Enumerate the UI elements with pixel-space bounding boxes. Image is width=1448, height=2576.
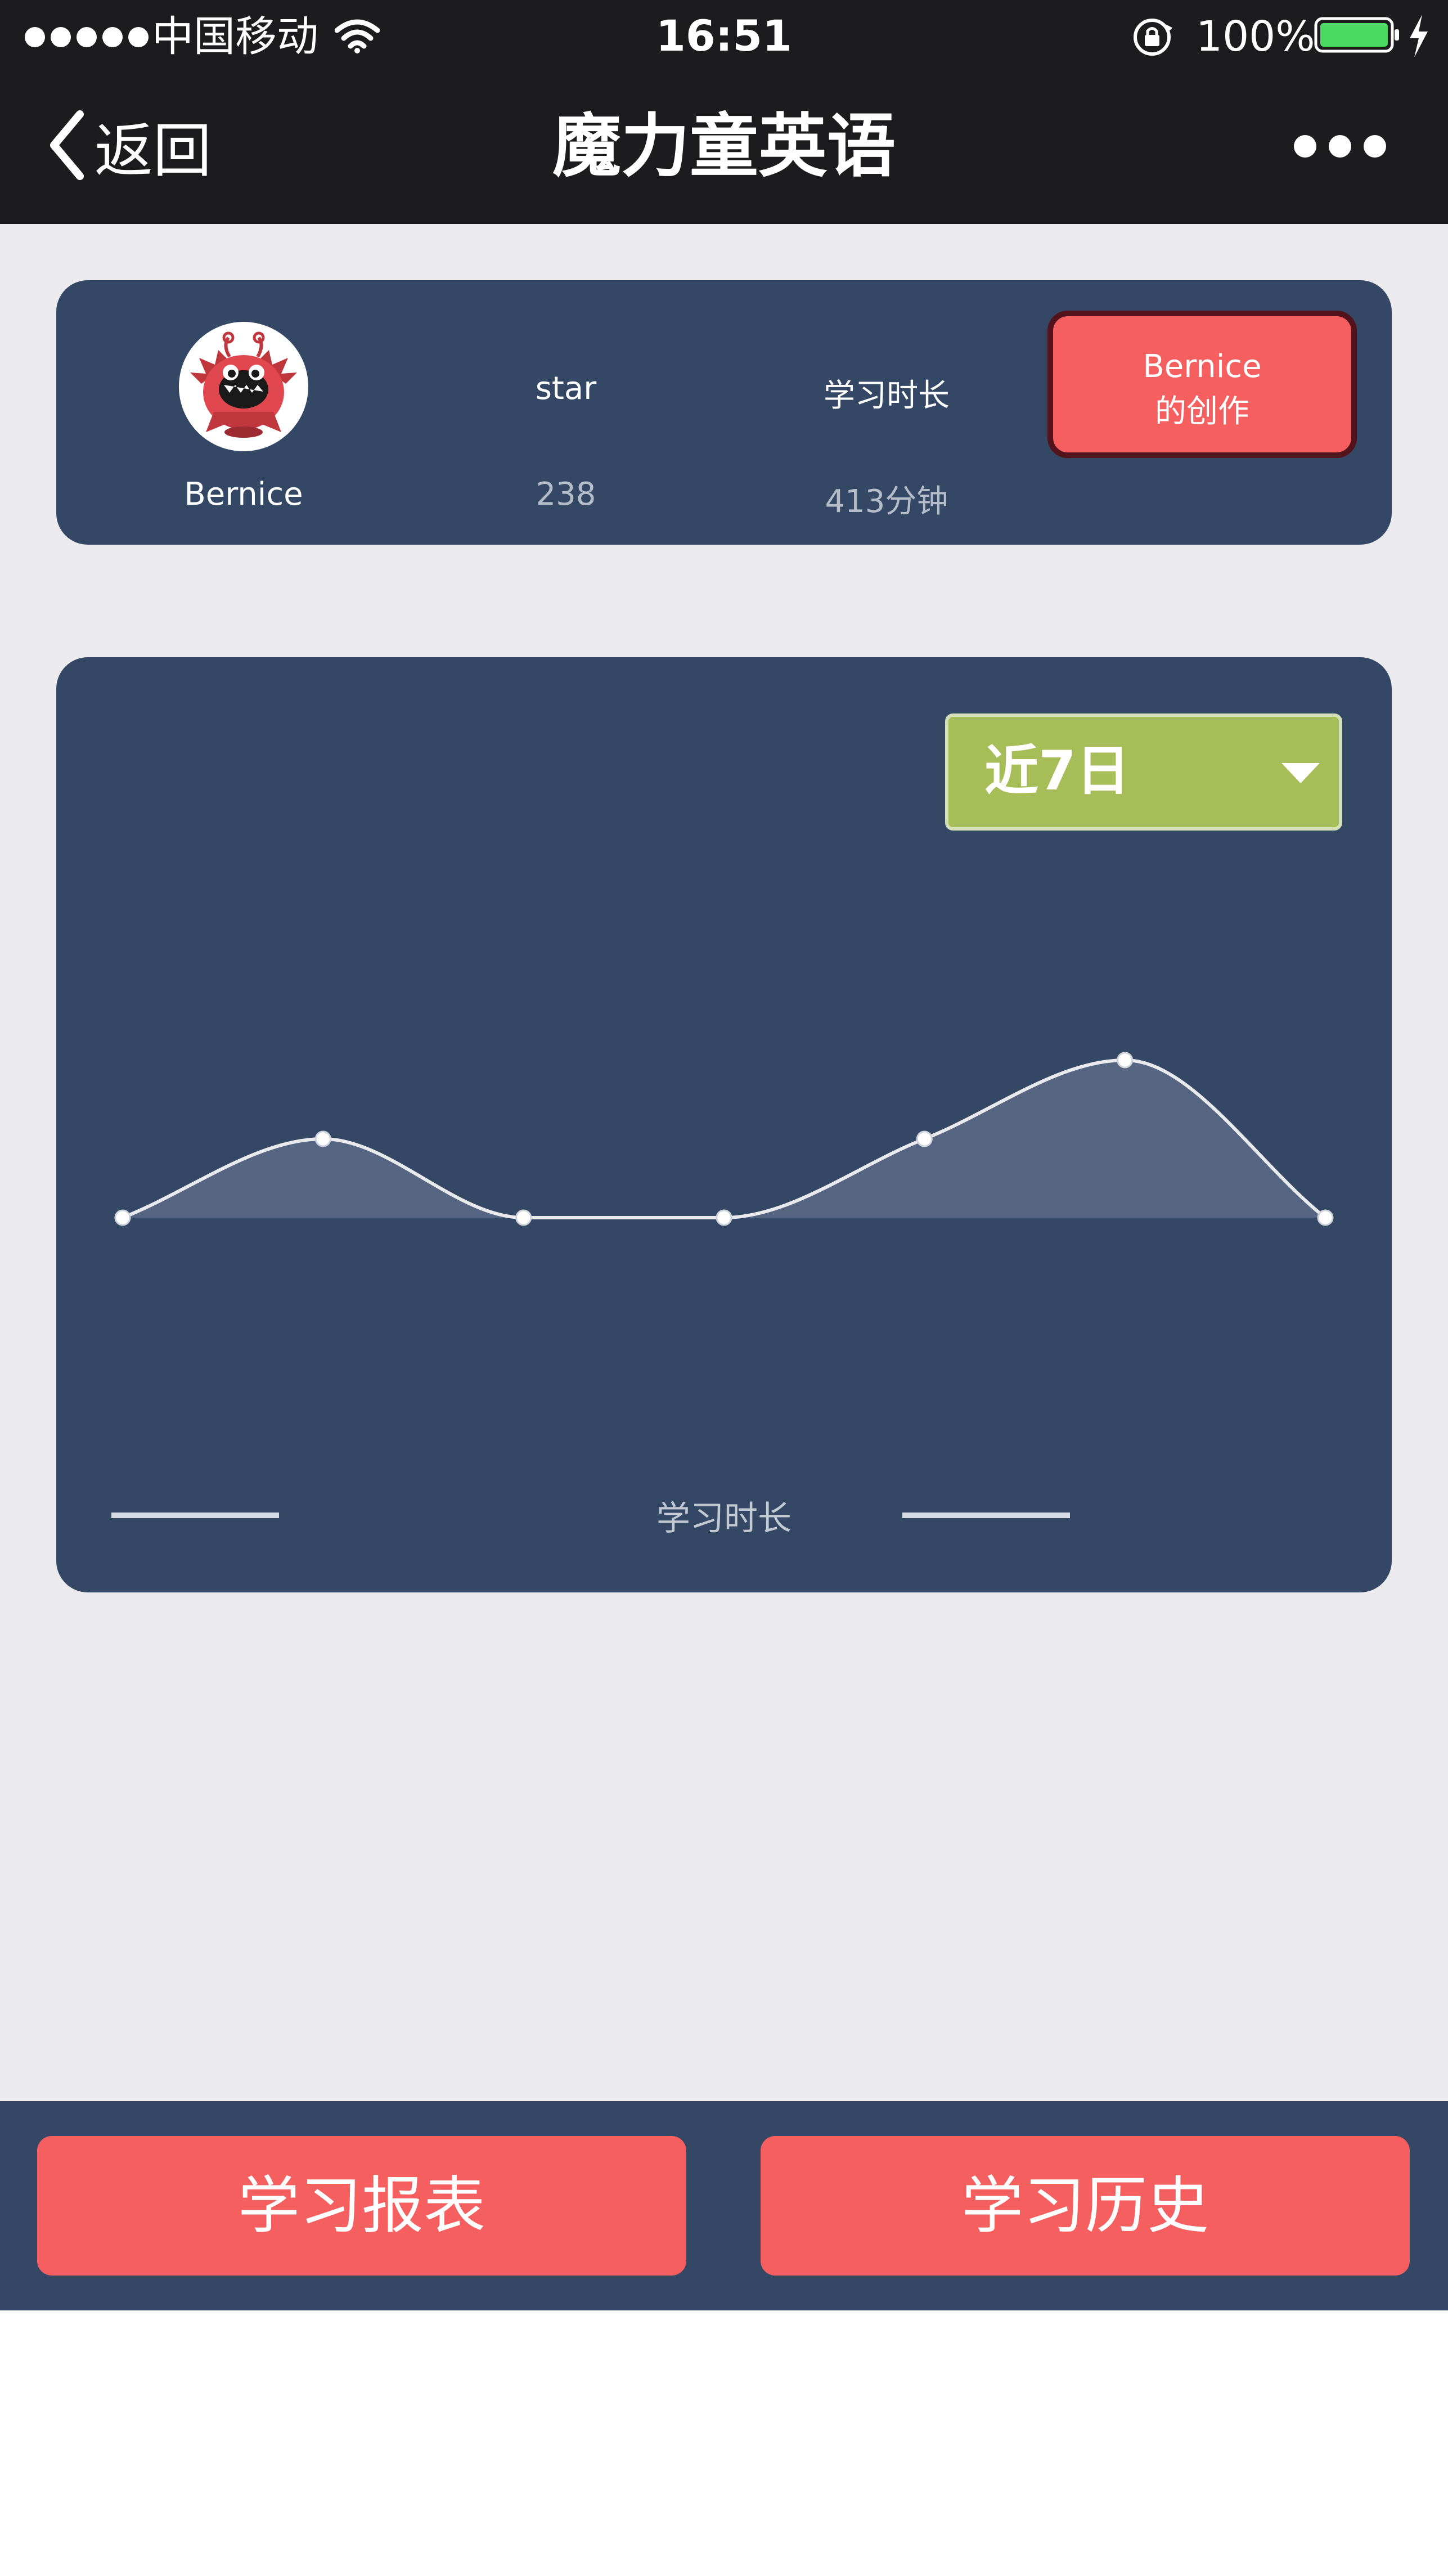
battery-percentage: 100% bbox=[1196, 12, 1315, 61]
footer-blank-area bbox=[0, 2310, 1448, 2576]
study-report-button[interactable]: 学习报表 bbox=[37, 2136, 686, 2276]
chart-data-point[interactable] bbox=[314, 1130, 331, 1147]
star-label: star bbox=[535, 370, 597, 407]
profile-card: Bernice star 238 学习时长 413分钟 Bernice 的创作 bbox=[56, 280, 1392, 545]
works-button-line-1: Bernice bbox=[1143, 348, 1262, 385]
legend-line-right bbox=[902, 1513, 1070, 1518]
study-time-label: 学习时长 bbox=[824, 378, 950, 414]
more-dot-icon bbox=[1364, 135, 1386, 158]
bottom-action-bar: 学习报表 学习历史 bbox=[0, 2101, 1448, 2310]
chart-data-point[interactable] bbox=[1317, 1209, 1334, 1226]
status-bar: 中国移动 16:51 100% bbox=[0, 0, 1448, 73]
chart-data-point[interactable] bbox=[515, 1209, 532, 1226]
star-value: 238 bbox=[536, 476, 596, 513]
study-chart-card: 近7日 学习时长 bbox=[56, 657, 1392, 1592]
works-button-line-2: 的创作 bbox=[1155, 393, 1249, 430]
main-content: Bernice star 238 学习时长 413分钟 Bernice 的创作 … bbox=[0, 224, 1448, 2101]
charging-bolt-icon bbox=[1410, 15, 1428, 57]
more-dot-icon bbox=[1329, 135, 1351, 158]
profile-name: Bernice bbox=[184, 476, 303, 513]
navigation-bar: 返回 魔力童英语 bbox=[0, 73, 1448, 224]
chart-data-point[interactable] bbox=[114, 1209, 131, 1226]
avatar[interactable] bbox=[179, 322, 308, 451]
chart-data-point[interactable] bbox=[916, 1130, 933, 1147]
study-time-value: 413分钟 bbox=[825, 483, 948, 520]
study-history-button[interactable]: 学习历史 bbox=[761, 2136, 1410, 2276]
page: 中国移动 16:51 100% 返回 魔力童英语 Bernice star 23… bbox=[0, 0, 1448, 2576]
chart-data-point[interactable] bbox=[1117, 1052, 1134, 1069]
more-options-button[interactable] bbox=[1294, 135, 1386, 158]
rotation-lock-icon bbox=[1134, 19, 1173, 56]
caret-down-icon bbox=[1281, 763, 1320, 783]
my-works-button[interactable]: Bernice 的创作 bbox=[1047, 311, 1357, 458]
date-range-selected: 近7日 bbox=[984, 739, 1130, 802]
battery-icon bbox=[1314, 17, 1399, 53]
more-dot-icon bbox=[1294, 135, 1316, 158]
page-title: 魔力童英语 bbox=[552, 106, 896, 186]
chart-legend-label: 学习时长 bbox=[656, 1499, 792, 1538]
date-range-dropdown[interactable]: 近7日 bbox=[945, 713, 1342, 831]
chart-data-point[interactable] bbox=[716, 1209, 732, 1226]
